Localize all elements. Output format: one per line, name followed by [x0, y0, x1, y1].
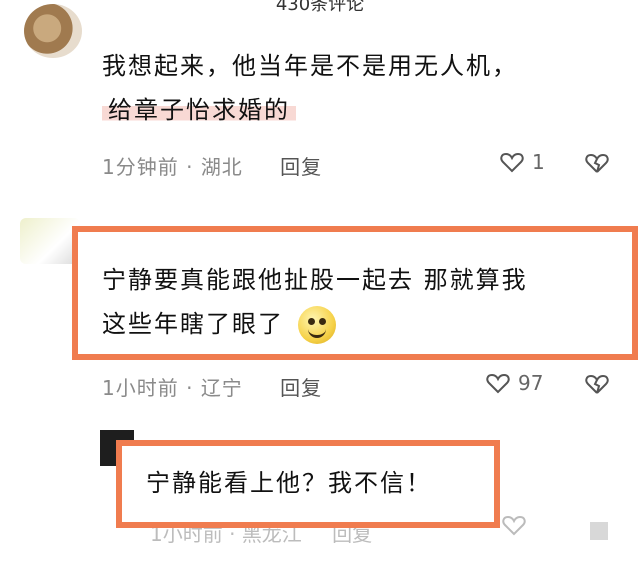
comment-line: 我想起来，他当年是不是用无人机， [102, 52, 518, 80]
comment-body: 我想起来，他当年是不是用无人机， 给章子怡求婚的 [102, 44, 518, 132]
timestamp: 1分钟前 [102, 155, 179, 179]
reply-button[interactable]: 回复 [280, 155, 322, 179]
comment-body: 宁静要真能跟他扯股一起去 那就算我 这些年瞎了眼了 [102, 258, 528, 346]
separator: · [186, 155, 194, 179]
broken-heart-icon[interactable] [590, 522, 608, 540]
broken-heart-icon[interactable] [585, 373, 609, 395]
comment-body: 宁静能看上他？我不信！ [146, 461, 432, 505]
comment-line: 宁静能看上他？我不信！ [146, 469, 432, 497]
like-button[interactable]: 1 [500, 150, 545, 174]
like-button[interactable]: 97 [486, 371, 543, 395]
heart-outline-icon [500, 152, 524, 173]
comment-line: 宁静要真能跟他扯股一起去 那就算我 [102, 266, 528, 294]
heart-outline-icon [486, 373, 510, 394]
broken-heart-icon[interactable] [585, 152, 609, 174]
comment-meta: 1分钟前 · 湖北 回复 [102, 151, 322, 180]
timestamp: 1小时前 [102, 376, 179, 400]
comment-meta: 1小时前 · 辽宁 回复 [102, 372, 322, 401]
smiley-emoji-icon [297, 306, 336, 344]
comment-line: 这些年瞎了眼了 [102, 310, 284, 338]
location: 辽宁 [200, 376, 243, 400]
like-count: 97 [518, 371, 544, 395]
separator: · [186, 376, 194, 400]
comment-count-header: 430条评论 [275, 0, 365, 15]
avatar[interactable] [20, 218, 80, 264]
like-count: 1 [532, 150, 545, 174]
reply-button[interactable]: 回复 [280, 376, 322, 400]
avatar[interactable] [24, 4, 82, 58]
location: 湖北 [200, 155, 243, 179]
highlighted-comment-line: 给章子怡求婚的 [102, 96, 296, 124]
heart-outline-icon[interactable] [502, 514, 526, 536]
